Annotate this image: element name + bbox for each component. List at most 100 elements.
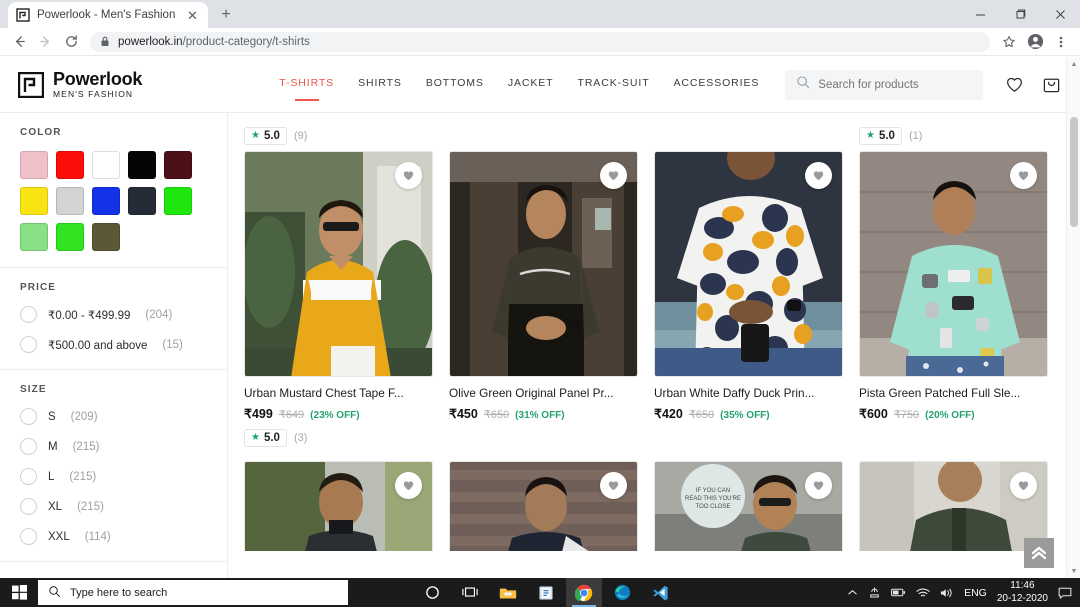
address-bar[interactable]: powerlook.in/product-category/t-shirts (90, 31, 990, 52)
page-scrollbar[interactable]: ▲ ▼ (1066, 57, 1080, 578)
wishlist-button[interactable] (1010, 472, 1037, 499)
product-card[interactable]: Urban Mustard Chest Tape F... ₹499 ₹649 … (236, 151, 441, 461)
taskbar-search-box[interactable]: Type here to search (38, 580, 348, 605)
radio-button[interactable] (20, 468, 37, 485)
size-option-xxl[interactable]: XXL (114) (20, 528, 207, 545)
wishlist-button[interactable] (805, 162, 832, 189)
color-swatch-black[interactable] (128, 151, 156, 179)
color-swatch-maroon[interactable] (164, 151, 192, 179)
color-swatch-grey[interactable] (56, 187, 84, 215)
product-image[interactable] (654, 151, 843, 377)
color-swatch-white[interactable] (92, 151, 120, 179)
product-card[interactable] (236, 461, 441, 565)
product-card[interactable]: Urban White Daffy Duck Prin... ₹420 ₹650… (646, 151, 851, 461)
wishlist-button[interactable] (600, 162, 627, 189)
account-circle-icon[interactable] (1022, 30, 1048, 54)
wishlist-button[interactable] (600, 472, 627, 499)
radio-button[interactable] (20, 306, 37, 323)
product-card[interactable]: IF YOU CAN READ THIS YOU'RE TOO CLOSE (646, 461, 851, 565)
product-name[interactable]: Urban Mustard Chest Tape F... (244, 386, 433, 400)
product-card[interactable]: Pista Green Patched Full Sle... ₹600 ₹75… (851, 151, 1056, 461)
wishlist-button[interactable] (1010, 162, 1037, 189)
product-image[interactable] (449, 461, 638, 551)
radio-button[interactable] (20, 408, 37, 425)
nav-item-shirts[interactable]: SHIRTS (358, 77, 402, 92)
new-tab-button[interactable]: + (212, 2, 240, 28)
nav-item-accessories[interactable]: ACCESSORIES (674, 77, 760, 92)
three-dot-menu-icon[interactable] (1048, 30, 1074, 54)
product-card[interactable]: Olive Green Original Panel Pr... ₹450 ₹6… (441, 151, 646, 461)
wishlist-button[interactable] (395, 472, 422, 499)
color-swatch-red[interactable] (56, 151, 84, 179)
wishlist-button[interactable] (395, 162, 422, 189)
maximize-icon[interactable] (1000, 0, 1040, 28)
wishlist-icon[interactable] (1005, 75, 1024, 94)
microsoft-store-icon[interactable] (528, 578, 564, 607)
cart-icon[interactable] (1042, 75, 1061, 94)
color-swatch-lime-green[interactable] (56, 223, 84, 251)
product-name[interactable]: Pista Green Patched Full Sle... (859, 386, 1048, 400)
size-option-l[interactable]: L (215) (20, 468, 207, 485)
size-option-s[interactable]: S (209) (20, 408, 207, 425)
radio-button[interactable] (20, 498, 37, 515)
product-card[interactable] (441, 461, 646, 565)
close-icon[interactable]: ✕ (185, 8, 200, 23)
windows-start-icon[interactable] (0, 578, 38, 607)
chevron-up-icon[interactable] (847, 587, 858, 598)
product-name[interactable]: Olive Green Original Panel Pr... (449, 386, 638, 400)
color-swatch-olive[interactable] (92, 223, 120, 251)
minimize-icon[interactable] (960, 0, 1000, 28)
color-swatch-pista-green[interactable] (20, 223, 48, 251)
google-chrome-icon[interactable] (566, 578, 602, 607)
scroll-to-top-button[interactable] (1024, 538, 1054, 568)
microsoft-edge-icon[interactable] (604, 578, 640, 607)
battery-icon[interactable] (891, 587, 906, 598)
product-image[interactable] (244, 151, 433, 377)
close-icon[interactable] (1040, 0, 1080, 28)
size-option-m[interactable]: M (215) (20, 438, 207, 455)
price-option-1[interactable]: ₹500.00 and above (15) (20, 336, 207, 353)
site-logo[interactable]: Powerlook MEN'S FASHION (17, 70, 142, 99)
color-swatch-navy[interactable] (128, 187, 156, 215)
product-image[interactable] (859, 461, 1048, 551)
price-option-0[interactable]: ₹0.00 - ₹499.99 (204) (20, 306, 207, 323)
vs-code-icon[interactable] (642, 578, 678, 607)
size-option-xl[interactable]: XL (215) (20, 498, 207, 515)
taskbar-clock[interactable]: 11:46 20-12-2020 (997, 580, 1048, 605)
language-indicator[interactable]: ENG (964, 587, 987, 599)
product-image[interactable] (449, 151, 638, 377)
product-search-box[interactable] (785, 69, 984, 100)
task-view-icon[interactable] (452, 578, 488, 607)
nav-item-bottoms[interactable]: BOTTOMS (426, 77, 484, 92)
product-image[interactable] (859, 151, 1048, 377)
color-swatch-blue[interactable] (92, 187, 120, 215)
browser-tab[interactable]: Powerlook - Men's Fashion ✕ (8, 2, 208, 28)
onedrive-icon[interactable] (868, 586, 881, 599)
color-swatch-pink[interactable] (20, 151, 48, 179)
product-image[interactable]: IF YOU CAN READ THIS YOU'RE TOO CLOSE (654, 461, 843, 551)
star-icon[interactable] (996, 30, 1022, 54)
color-swatch-green[interactable] (164, 187, 192, 215)
search-input[interactable] (818, 78, 973, 91)
nav-item-t-shirts[interactable]: T-SHIRTS (279, 77, 334, 92)
radio-button[interactable] (20, 336, 37, 353)
wifi-icon[interactable] (916, 587, 930, 599)
product-name[interactable]: Urban White Daffy Duck Prin... (654, 386, 843, 400)
wishlist-button[interactable] (805, 472, 832, 499)
file-explorer-icon[interactable] (490, 578, 526, 607)
volume-icon[interactable] (940, 587, 954, 599)
scrollbar-down-arrow[interactable]: ▼ (1067, 564, 1080, 578)
arrow-right-icon[interactable] (32, 30, 58, 54)
color-swatch-yellow[interactable] (20, 187, 48, 215)
cortana-icon[interactable] (414, 578, 450, 607)
nav-item-track-suit[interactable]: TRACK-SUIT (578, 77, 650, 92)
arrow-left-icon[interactable] (6, 30, 32, 54)
reload-icon[interactable] (58, 30, 84, 54)
radio-button[interactable] (20, 528, 37, 545)
notification-icon[interactable] (1058, 586, 1072, 600)
radio-button[interactable] (20, 438, 37, 455)
scrollbar-thumb[interactable] (1070, 117, 1078, 227)
product-image[interactable] (244, 461, 433, 551)
nav-item-jacket[interactable]: JACKET (508, 77, 554, 92)
scrollbar-up-arrow[interactable]: ▲ (1067, 57, 1080, 71)
